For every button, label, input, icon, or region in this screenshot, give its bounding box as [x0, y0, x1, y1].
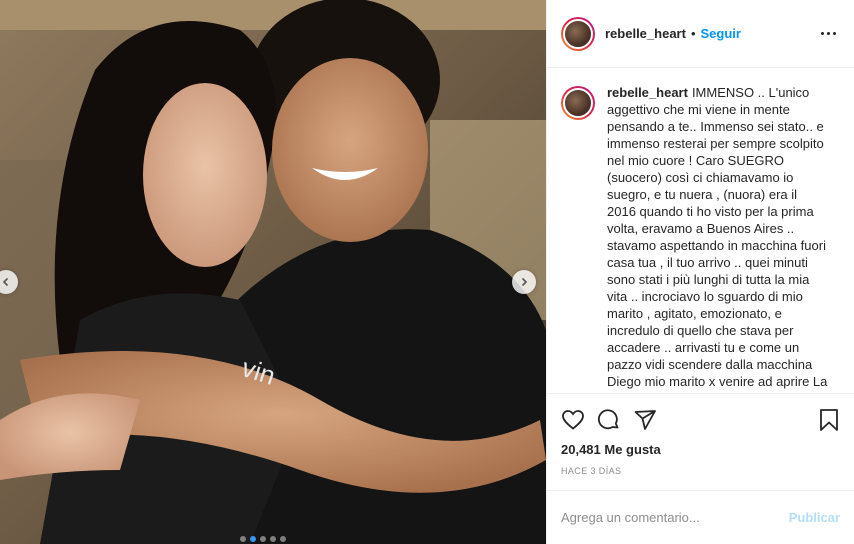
more-horizontal-icon [821, 32, 824, 35]
avatar-image [563, 88, 593, 118]
comments-section[interactable]: rebelle_heart IMMENSO .. L'unico aggettiv… [547, 68, 854, 393]
heart-icon [562, 410, 584, 430]
follow-button[interactable]: Seguir [701, 26, 741, 41]
chevron-left-icon [2, 277, 9, 287]
comment-icon [597, 409, 619, 430]
post-sidebar: rebelle_heart • Seguir rebelle_heart IMME… [546, 0, 854, 544]
more-dot [833, 32, 836, 35]
share-button[interactable] [633, 402, 669, 438]
publish-button[interactable]: Publicar [789, 510, 840, 525]
like-button[interactable] [561, 402, 597, 438]
carousel-dot [260, 536, 266, 542]
post-photo: vin [0, 0, 546, 544]
caption-row: rebelle_heart IMMENSO .. L'unico aggettiv… [561, 84, 840, 393]
comment-input[interactable] [561, 510, 789, 525]
caption-text: IMMENSO .. L'unico aggettivo che mi vien… [607, 85, 828, 393]
carousel-dot-active [250, 536, 256, 542]
carousel-indicator [240, 536, 286, 542]
caption-avatar[interactable] [561, 86, 595, 120]
likes-number: 20,481 [561, 442, 601, 457]
share-icon [634, 410, 656, 430]
post-actions: 20,481 Me gusta HACE 3 DÍAS [547, 393, 854, 476]
likes-count[interactable]: 20,481 Me gusta [561, 442, 840, 457]
chevron-right-icon [521, 277, 528, 287]
next-photo-button[interactable] [512, 270, 536, 294]
post-header: rebelle_heart • Seguir [547, 0, 854, 68]
more-options-button[interactable] [817, 28, 840, 39]
save-button[interactable] [804, 402, 840, 438]
action-bar [561, 400, 840, 440]
author-username[interactable]: rebelle_heart [605, 26, 686, 41]
instagram-post: vin rebelle_heart • Seguir rebelle_heart… [0, 0, 854, 544]
more-dot [827, 32, 830, 35]
post-caption: rebelle_heart IMMENSO .. L'unico aggettiv… [607, 84, 829, 393]
bookmark-icon [820, 409, 838, 431]
likes-label: Me gusta [604, 442, 661, 457]
carousel-dot [240, 536, 246, 542]
carousel-dot [280, 536, 286, 542]
add-comment-bar: Publicar [547, 490, 854, 544]
post-timestamp[interactable]: HACE 3 DÍAS [561, 466, 840, 476]
caption-username[interactable]: rebelle_heart [607, 85, 688, 100]
separator-dot: • [690, 26, 696, 41]
avatar[interactable] [561, 16, 595, 51]
post-media[interactable]: vin [0, 0, 546, 544]
avatar-image [563, 18, 593, 49]
carousel-dot [270, 536, 276, 542]
comment-button[interactable] [597, 402, 633, 438]
